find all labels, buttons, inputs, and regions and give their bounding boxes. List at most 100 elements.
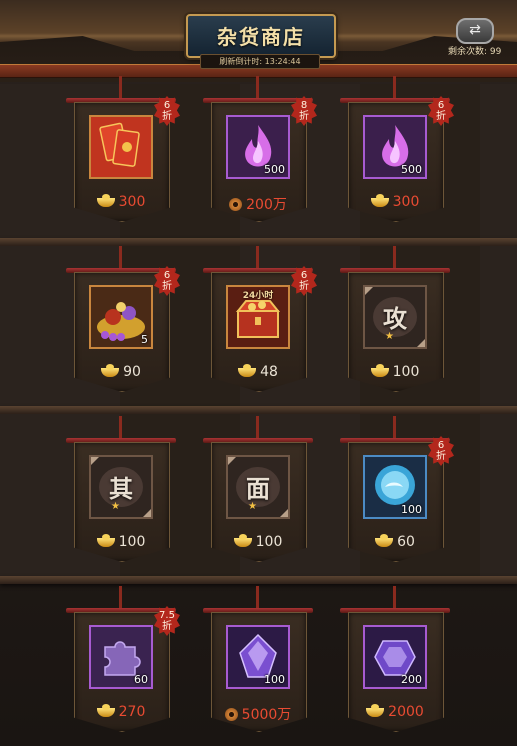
hanging-rope [119,416,122,440]
shop-item-glyph-gong[interactable]: 攻 ★ 100 [340,246,450,392]
discount-label: 折 [299,111,309,122]
shop-item-purple-crystal[interactable]: 100 5000万 [203,586,313,732]
refresh-countdown: 刷新倒计时: 13:24:44 [200,54,320,69]
copper-coin-icon [229,197,243,211]
hanging-rope [256,416,259,440]
price-value: 60 [397,534,415,550]
item-price[interactable]: 300 [74,193,168,210]
hanging-rope [393,416,396,440]
shop-item-purple-gem[interactable]: 200 2000 [340,586,450,732]
hanging-rope [393,586,396,610]
discount-rate: 6 [300,270,308,281]
price-value: 270 [118,704,146,720]
shelf-divider-3 [0,576,517,584]
item-price[interactable]: 270 [74,703,168,720]
item-icon-frame[interactable]: 24小时 [226,285,290,349]
shop-item-red-envelope[interactable]: 300 6 折 [66,76,180,222]
shop-item-blue-orb[interactable]: 100 60 6 折 [340,416,454,562]
item-icon-frame[interactable] [89,115,153,179]
star-icon: ★ [248,501,257,512]
item-quantity: 500 [401,163,422,176]
discount-label: 折 [436,111,446,122]
discount-label: 折 [436,451,446,462]
item-icon-frame[interactable]: 500 [363,115,427,179]
refresh-button[interactable]: ⇄ [456,18,494,44]
hanging-rope [393,246,396,270]
discount-badge: 8折 [291,96,317,126]
item-price[interactable]: 300 [348,193,442,210]
gold-ingot-icon [370,363,389,377]
item-glyph: 其 [109,474,133,503]
item-price[interactable]: 90 [74,363,168,380]
item-price[interactable]: 5000万 [211,704,305,724]
item-quantity: 100 [264,673,285,686]
gold-ingot-icon [370,193,389,207]
discount-rate: 6 [437,440,445,451]
item-icon-frame[interactable]: 攻 ★ [363,285,427,349]
discount-badge: 6折 [291,266,317,296]
item-icon-frame[interactable]: 面 ★ [226,455,290,519]
item-glyph: 攻 [383,304,407,333]
refresh-arrows-icon: ⇄ [469,22,481,38]
item-icon-frame[interactable]: 100 [226,625,290,689]
item-price[interactable]: 100 [348,363,442,380]
price-value: 300 [392,194,420,210]
price-value: 2000 [388,704,424,720]
item-price[interactable]: 48 [211,363,305,380]
title-plaque: 杂货商店 [186,14,336,58]
copper-coin-icon [224,707,238,721]
item-price[interactable]: 2000 [348,703,442,720]
shop-item-treasure-chest[interactable]: 24小时 48 6 折 [203,246,317,392]
item-icon-frame[interactable]: 5 [89,285,153,349]
discount-badge: 6折 [154,96,180,126]
item-price[interactable]: 200万 [211,194,305,214]
gold-ingot-icon [96,703,115,717]
shop-item-purple-flame[interactable]: 500 200万 8 折 [203,76,317,222]
item-glyph: 面 [246,474,270,503]
remaining-refresh-count: 剩余次数: 99 [448,47,502,57]
discount-label: 折 [162,621,172,632]
item-quantity: 200 [401,673,422,686]
discount-badge: 6折 [428,436,454,466]
shop-item-glyph-mian[interactable]: 面 ★ 100 [203,416,313,562]
discount-label: 折 [299,281,309,292]
discount-rate: 6 [437,100,445,111]
discount-label: 折 [162,281,172,292]
hanging-rope [119,76,122,100]
shop-item-glyph-qi[interactable]: 其 ★ 100 [66,416,176,562]
discount-badge: 7.5 折 [154,606,180,636]
item-quantity: 100 [401,503,422,516]
hanging-rope [256,586,259,610]
price-value: 200万 [246,197,287,213]
item-icon-frame[interactable]: 200 [363,625,427,689]
item-icon-frame[interactable]: 100 [363,455,427,519]
item-price[interactable]: 100 [74,533,168,550]
price-value: 100 [255,534,283,550]
item-price[interactable]: 100 [211,533,305,550]
gold-ingot-icon [101,363,120,377]
star-icon: ★ [385,331,394,342]
item-icon-frame[interactable]: 其 ★ [89,455,153,519]
item-icon-frame[interactable]: 60 [89,625,153,689]
discount-rate: 7.5 [159,610,175,621]
star-icon: ★ [111,501,120,512]
discount-label: 折 [162,111,172,122]
gold-ingot-icon [366,703,385,717]
shop-item-purple-flame[interactable]: 500 300 6 折 [340,76,454,222]
shop-header: 杂货商店 刷新倒计时: 13:24:44 ⇄ 剩余次数: 99 [0,0,517,82]
discount-badge: 6折 [154,266,180,296]
price-value: 100 [118,534,146,550]
item-icon-frame[interactable]: 500 [226,115,290,179]
hanging-rope [119,586,122,610]
shop-item-treasure-pile[interactable]: 5 90 6 折 [66,246,180,392]
hanging-rope [119,246,122,270]
shelf-divider-1 [0,238,517,246]
price-value: 100 [392,364,420,380]
discount-rate: 6 [163,270,171,281]
price-value: 48 [260,364,278,380]
item-quantity: 5 [141,333,148,346]
price-value: 300 [118,194,146,210]
shop-item-purple-puzzle[interactable]: 60 270 7.5 折 [66,586,180,732]
gold-ingot-icon [375,533,394,547]
item-price[interactable]: 60 [348,533,442,550]
